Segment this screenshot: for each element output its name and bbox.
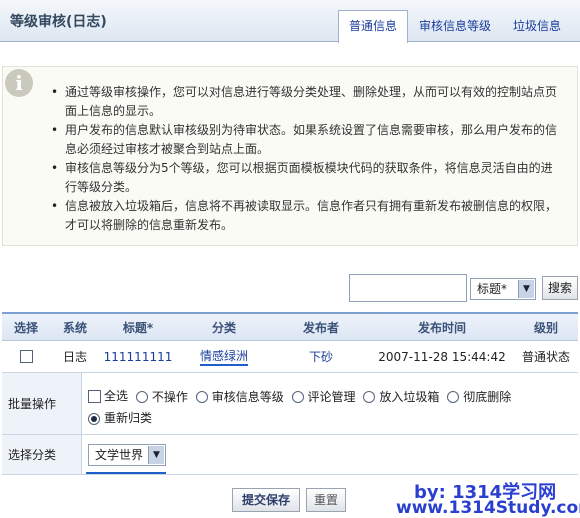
radio-label: 审核信息等级 bbox=[211, 389, 284, 404]
column-header: 发布时间 bbox=[417, 320, 466, 335]
batch-label: 批量操作 bbox=[2, 373, 82, 434]
info-item: 审核信息等级分为5个等级，您可以根据页面模板模块代码的获取条件，将信息灵活自由的… bbox=[51, 159, 563, 197]
search-field-value: 标题* bbox=[477, 282, 508, 296]
tab-trash[interactable]: 垃圾信息 bbox=[502, 10, 572, 42]
radio-label: 重新归类 bbox=[104, 411, 153, 425]
column-header: 分类 bbox=[211, 320, 236, 335]
radio-button[interactable] bbox=[291, 391, 304, 403]
tab-normal-info[interactable]: 普通信息 bbox=[337, 10, 408, 43]
submit-button[interactable]: 提交保存 bbox=[232, 488, 300, 512]
page-header: 等级审核(日志) 普通信息 审核信息等级 垃圾信息 bbox=[0, 0, 580, 43]
row-select-checkbox[interactable] bbox=[19, 350, 33, 363]
category-select-value: 文学世界 bbox=[95, 448, 144, 462]
column-header: 级别 bbox=[533, 320, 558, 335]
row-title-link[interactable]: 111111111 bbox=[100, 341, 176, 372]
category-label: 选择分类 bbox=[2, 435, 82, 474]
radio-label: 不操作 bbox=[151, 389, 188, 404]
radio-delete-permanently[interactable]: 彻底删除 bbox=[447, 388, 511, 407]
radio-move-to-trash[interactable]: 放入垃圾箱 bbox=[363, 388, 439, 407]
info-item: 通过等级审核操作，您可以对信息进行等级分类处理、删除处理，从而可以有效的控制站点… bbox=[51, 83, 563, 121]
info-list: 通过等级审核操作，您可以对信息进行等级分类处理、删除处理，从而可以有效的控制站点… bbox=[51, 83, 563, 235]
reset-button[interactable]: 重置 bbox=[306, 488, 346, 512]
radio-recategorize[interactable]: 重新归类 bbox=[88, 409, 152, 428]
radio-button[interactable] bbox=[363, 391, 376, 403]
column-header: 选择 bbox=[13, 320, 38, 335]
tab-bar: 普通信息 审核信息等级 垃圾信息 bbox=[337, 10, 572, 43]
select-all-checkbox[interactable] bbox=[88, 390, 101, 403]
category-underline bbox=[86, 472, 166, 474]
page-title: 等级审核(日志) bbox=[10, 14, 107, 30]
radio-button[interactable] bbox=[447, 391, 460, 403]
row-level: 普通状态 bbox=[521, 350, 570, 364]
search-input[interactable] bbox=[349, 274, 467, 302]
table-header: 选择 系统 标题* 分类 发布者 发布时间 级别 bbox=[2, 312, 578, 341]
radio-label: 彻底删除 bbox=[463, 389, 512, 404]
batch-operations-row: 批量操作 全选 不操作 审核信息等级 评论管理 放入垃圾箱 彻底删除 重新归类 bbox=[2, 373, 578, 435]
chevron-down-icon: ▼ bbox=[518, 280, 534, 298]
column-header[interactable]: 标题* bbox=[100, 314, 176, 340]
radio-button[interactable] bbox=[88, 412, 100, 425]
row-author-link[interactable]: 下砂 bbox=[272, 341, 370, 372]
row-system: 日志 bbox=[62, 350, 87, 364]
search-button[interactable]: 搜索 bbox=[542, 276, 578, 300]
select-all-option[interactable]: 全选 bbox=[88, 387, 128, 406]
radio-button[interactable] bbox=[135, 391, 148, 403]
info-item: 用户发布的信息默认审核级别为待审状态。如果系统设置了信息需要审核，那么用户发布的… bbox=[51, 121, 563, 159]
watermark-line2: www.1314Study.com bbox=[396, 498, 580, 518]
row-time: 2007-11-28 15:44:42 bbox=[378, 349, 506, 364]
row-category-link[interactable]: 情感绿洲 bbox=[199, 347, 248, 366]
column-header: 发布者 bbox=[302, 320, 339, 335]
radio-no-op[interactable]: 不操作 bbox=[135, 388, 188, 407]
batch-options: 全选 不操作 审核信息等级 评论管理 放入垃圾箱 彻底删除 重新归类 bbox=[88, 387, 572, 431]
radio-label: 放入垃圾箱 bbox=[379, 389, 440, 404]
radio-review-level[interactable]: 审核信息等级 bbox=[195, 388, 284, 407]
info-item: 信息被放入垃圾箱后，信息将不再被读取显示。信息作者只有拥有重新发布被删信息的权限… bbox=[51, 197, 563, 235]
column-header: 系统 bbox=[62, 320, 87, 335]
radio-label: 评论管理 bbox=[307, 389, 356, 404]
select-all-label: 全选 bbox=[104, 389, 129, 403]
tab-review-level[interactable]: 审核信息等级 bbox=[408, 10, 502, 42]
radio-comment-manage[interactable]: 评论管理 bbox=[291, 388, 356, 407]
info-panel: i 通过等级审核操作，您可以对信息进行等级分类处理、删除处理，从而可以有效的控制… bbox=[2, 66, 578, 246]
chevron-down-icon: ▼ bbox=[148, 446, 164, 464]
table-row: 日志 111111111 情感绿洲 下砂 2007-11-28 15:44:42… bbox=[2, 341, 578, 373]
search-field-select[interactable]: 标题* ▼ bbox=[470, 278, 536, 300]
info-icon: i bbox=[5, 69, 33, 97]
radio-button[interactable] bbox=[195, 391, 208, 403]
category-select[interactable]: 文学世界 ▼ bbox=[88, 444, 166, 466]
category-row: 选择分类 文学世界 ▼ bbox=[2, 435, 578, 475]
